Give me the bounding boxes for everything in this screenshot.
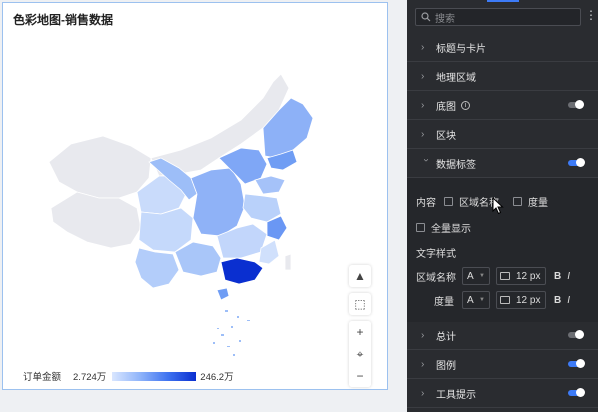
search-placeholder: 搜索 — [435, 13, 455, 25]
more-options-icon[interactable]: ⋮ — [585, 9, 597, 21]
dropdown-arrow-icon: ▼ — [479, 297, 485, 303]
chevron-right-icon: › — [421, 359, 425, 370]
active-tab-indicator — [487, 0, 519, 2]
south-sea-islands — [213, 310, 250, 356]
bold-button[interactable]: B — [554, 295, 561, 306]
section-label: 标题与卡片 — [436, 44, 486, 55]
chart-title: 色彩地图-销售数据 — [13, 13, 113, 27]
map-toolbar: ▲ ⬚ + ⌖ − — [349, 265, 373, 387]
bold-button[interactable]: B — [554, 271, 561, 282]
font-size-value: 12 px — [516, 270, 541, 282]
region-jiangsu-anhui[interactable] — [242, 193, 282, 223]
china-choropleth-map[interactable] — [41, 58, 341, 358]
show-all-label: 全量显示 — [431, 224, 471, 235]
section-geo-region[interactable]: › 地理区域 — [407, 63, 598, 91]
mouse-cursor-icon — [492, 197, 504, 215]
measure-checkbox[interactable] — [513, 197, 522, 206]
dropdown-arrow-icon: ▼ — [479, 273, 485, 279]
info-icon[interactable]: i — [461, 101, 470, 110]
warning-icon[interactable]: ▲ — [349, 265, 371, 287]
section-label: 总计 — [436, 332, 456, 343]
monitor-icon — [500, 272, 510, 280]
legend-toggle[interactable] — [568, 359, 585, 368]
content-row: 内容 区域名称 度量 — [416, 194, 548, 209]
tooltip-toggle[interactable] — [568, 388, 585, 397]
region-tibet[interactable] — [50, 191, 142, 249]
section-block[interactable]: › 区块 — [407, 121, 598, 149]
font-size-value: 12 px — [516, 294, 541, 306]
chevron-down-icon: › — [420, 158, 432, 162]
color-legend: 订单金额 2.724万 246.2万 — [23, 369, 234, 383]
region-sichuan[interactable] — [138, 207, 194, 253]
search-icon — [421, 12, 431, 22]
legend-min: 2.724万 — [73, 372, 107, 383]
monitor-icon — [500, 296, 510, 304]
text-style-label: 文字样式 — [416, 249, 456, 260]
section-basemap[interactable]: › 底图 i — [407, 92, 598, 120]
section-label: 底图 — [436, 102, 456, 113]
zoom-out-icon[interactable]: − — [349, 365, 371, 387]
font-size-input[interactable]: 12 px — [496, 291, 546, 309]
section-label: 数据标签 — [436, 160, 476, 171]
measure-option: 度量 — [528, 198, 548, 209]
measure-style-row: 度量 A ▼ 12 px B I — [416, 291, 570, 309]
region-yunnan[interactable] — [134, 247, 180, 289]
section-total[interactable]: › 总计 — [407, 322, 598, 350]
region-northwest[interactable] — [48, 135, 152, 199]
font-value: A — [467, 270, 474, 282]
show-all-checkbox[interactable] — [416, 223, 425, 232]
legend-gradient-bar — [112, 371, 197, 381]
legend-max: 246.2万 — [200, 372, 234, 383]
section-title-card[interactable]: › 标题与卡片 — [407, 34, 598, 62]
search-input[interactable]: 搜索 — [415, 8, 581, 26]
total-toggle[interactable] — [568, 330, 584, 339]
select-region-icon[interactable]: ⬚ — [349, 293, 371, 315]
region-taiwan[interactable] — [284, 253, 292, 271]
chevron-right-icon: › — [421, 42, 425, 53]
chevron-right-icon: › — [421, 71, 425, 82]
show-all-row: 全量显示 — [416, 220, 471, 235]
locate-icon[interactable]: ⌖ — [349, 343, 371, 365]
section-label: 区块 — [436, 131, 456, 142]
region-name-checkbox[interactable] — [444, 197, 453, 206]
region-name-style-row: 区域名称 A ▼ 12 px B I — [416, 267, 570, 285]
zoom-in-icon[interactable]: + — [349, 321, 371, 343]
region-shandong[interactable] — [254, 175, 286, 195]
style-row-label: 区域名称 — [416, 272, 456, 284]
font-select[interactable]: A ▼ — [462, 291, 490, 309]
text-style-heading: 文字样式 — [416, 245, 456, 260]
region-central[interactable] — [190, 167, 246, 237]
data-label-toggle[interactable] — [568, 158, 585, 167]
style-row-label: 度量 — [434, 296, 454, 308]
chevron-right-icon: › — [421, 129, 425, 140]
font-select[interactable]: A ▼ — [462, 267, 490, 285]
region-hainan[interactable] — [216, 287, 230, 301]
zoom-controls: + ⌖ − — [349, 321, 371, 387]
italic-button[interactable]: I — [567, 271, 570, 282]
map-card[interactable]: 色彩地图-销售数据 订单金额 2.724万 246.2万 — [2, 2, 388, 390]
chevron-right-icon: › — [421, 100, 425, 111]
section-legend[interactable]: › 图例 — [407, 351, 598, 379]
legend-label: 订单金额 — [23, 372, 62, 383]
font-value: A — [467, 294, 474, 306]
chevron-right-icon: › — [421, 330, 425, 341]
section-tooltip[interactable]: › 工具提示 — [407, 380, 598, 408]
section-label: 图例 — [436, 361, 456, 372]
basemap-toggle[interactable] — [568, 100, 584, 109]
section-data-label[interactable]: › 数据标签 — [407, 150, 598, 178]
font-size-input[interactable]: 12 px — [496, 267, 546, 285]
region-guangdong[interactable] — [220, 257, 264, 285]
section-label: 工具提示 — [436, 390, 476, 401]
canvas-area: 色彩地图-销售数据 订单金额 2.724万 246.2万 ▲ ⬚ + ⌖ − — [0, 0, 407, 412]
content-label: 内容 — [416, 198, 436, 209]
italic-button[interactable]: I — [567, 295, 570, 306]
section-label: 地理区域 — [436, 73, 476, 84]
chevron-right-icon: › — [421, 388, 425, 399]
